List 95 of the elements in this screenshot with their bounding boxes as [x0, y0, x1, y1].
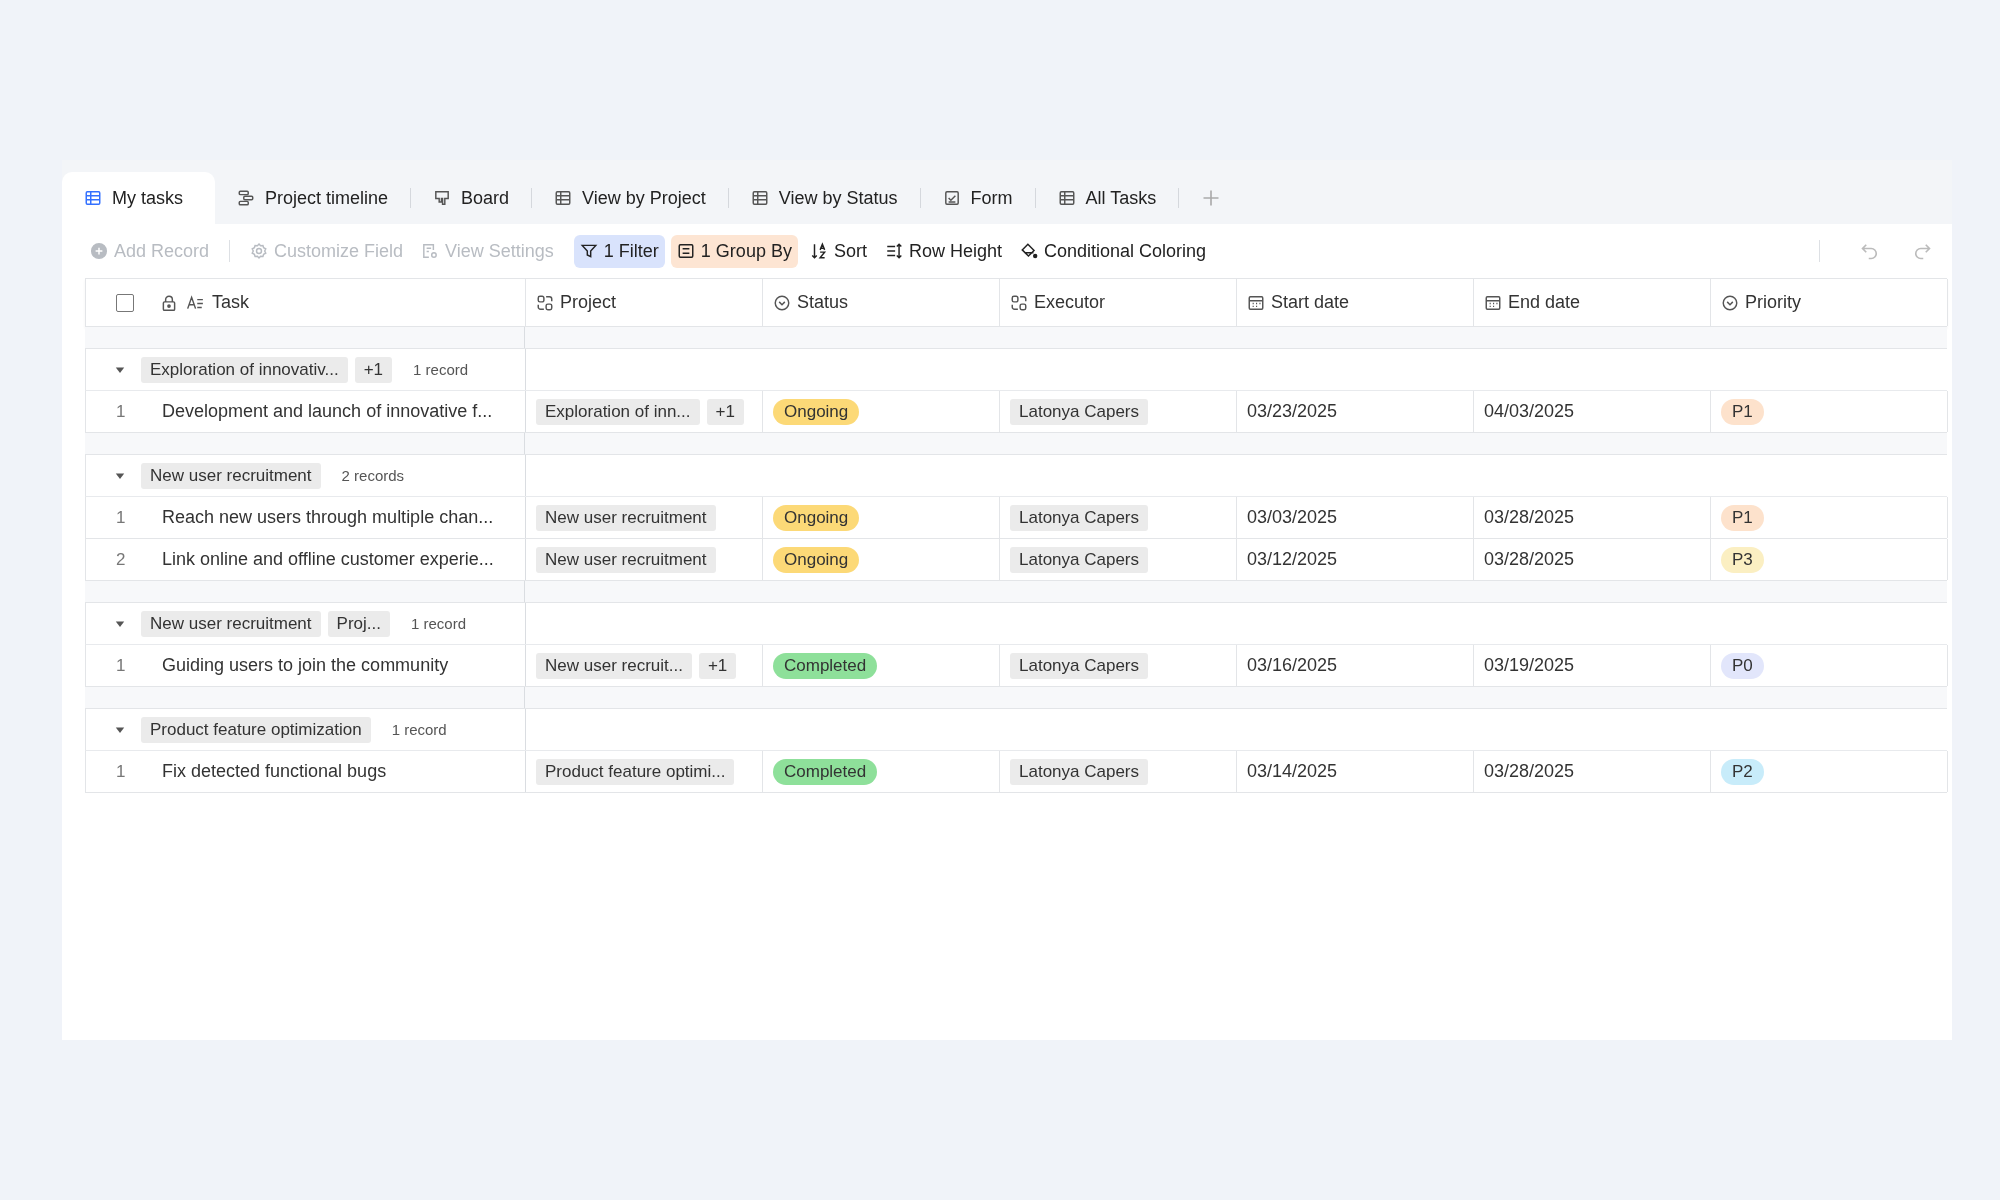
column-header[interactable]: Task	[86, 279, 526, 326]
grid-icon	[554, 189, 573, 207]
priority-tag: P2	[1721, 758, 1764, 785]
project-tag: New user recruitment	[536, 546, 716, 573]
task-cell: Development and launch of innovative f...	[162, 401, 493, 422]
grid-icon	[1057, 189, 1076, 207]
row-number: 2	[116, 549, 127, 570]
view-tab[interactable]: View by Project	[532, 172, 728, 224]
paint-bucket-icon	[1019, 242, 1038, 260]
view-tab[interactable]: Form	[920, 172, 1035, 224]
status-tag: Ongoing	[773, 504, 860, 531]
priority-tag: P0	[1721, 652, 1764, 679]
executor-tag: Latonya Capers	[1010, 652, 1149, 679]
group-tag: +1	[354, 356, 393, 383]
column-header[interactable]: Executor	[1000, 279, 1237, 326]
priority-tag: P3	[1721, 546, 1764, 573]
date-cell: 03/28/2025	[1484, 507, 1575, 528]
executor-tag: Latonya Capers	[1010, 398, 1149, 425]
timeline-icon	[237, 189, 255, 207]
group-tag: Proj...	[327, 610, 390, 637]
group-icon	[676, 242, 695, 260]
link-field-icon	[1010, 293, 1028, 312]
sort-icon	[809, 242, 828, 260]
link-field-icon	[536, 293, 554, 312]
task-cell: Link online and offline customer experie...	[162, 549, 494, 570]
record-count: 1 record	[410, 615, 466, 632]
calendar-icon	[1247, 293, 1265, 312]
toolbar-button[interactable]: 1 Filter	[573, 234, 665, 268]
settings-icon	[421, 242, 440, 260]
group-tag: New user recruitment	[141, 462, 321, 489]
status-tag: Ongoing	[773, 398, 860, 425]
row-height-icon	[884, 242, 903, 260]
task-cell: Guiding users to join the community	[162, 655, 449, 676]
executor-tag: Latonya Capers	[1010, 758, 1149, 785]
view-tab[interactable]: My tasks	[62, 172, 215, 224]
date-cell: 03/14/2025	[1247, 761, 1338, 782]
group-tag: Product feature optimization	[141, 716, 371, 743]
record-count: 1 record	[413, 361, 469, 378]
executor-tag: Latonya Capers	[1010, 546, 1149, 573]
form-icon	[942, 189, 961, 207]
date-cell: 03/19/2025	[1484, 655, 1575, 676]
lock-icon	[160, 293, 178, 312]
text-field-icon	[186, 293, 204, 312]
toolbar-button[interactable]: Row Height	[878, 234, 1008, 268]
status-tag: Completed	[773, 652, 878, 679]
column-header[interactable]: End date	[1474, 279, 1711, 326]
view-tab[interactable]: Project timeline	[215, 172, 411, 224]
column-header[interactable]: Project	[526, 279, 763, 326]
row-number: 1	[116, 655, 127, 676]
date-cell: 03/28/2025	[1484, 761, 1575, 782]
project-tag: Product feature optimi...	[536, 758, 735, 785]
priority-tag: P1	[1721, 398, 1764, 425]
column-header[interactable]: Status	[763, 279, 1000, 326]
project-tag: Exploration of inn...	[536, 398, 700, 425]
date-cell: 03/28/2025	[1484, 549, 1575, 570]
status-tag: Completed	[773, 758, 878, 785]
toolbar-button[interactable]: Sort	[803, 234, 873, 268]
group-tag: Exploration of innovativ...	[141, 356, 348, 383]
view-tab[interactable]: View by Status	[728, 172, 920, 224]
project-tag: New user recruitment	[536, 504, 716, 531]
date-cell: 03/23/2025	[1247, 401, 1338, 422]
task-cell: Fix detected functional bugs	[162, 761, 387, 782]
date-cell: 03/03/2025	[1247, 507, 1338, 528]
status-tag: Ongoing	[773, 546, 860, 573]
grid-icon	[750, 189, 769, 207]
grid-icon	[84, 189, 102, 207]
column-header[interactable]: Priority	[1711, 279, 1948, 326]
column-header[interactable]: Start date	[1237, 279, 1474, 326]
gear-icon	[250, 242, 269, 260]
view-tab[interactable]: All Tasks	[1035, 172, 1179, 224]
executor-tag: Latonya Capers	[1010, 504, 1149, 531]
project-tag: +1	[706, 398, 744, 425]
project-tag: +1	[698, 652, 737, 679]
project-tag: New user recruit...	[536, 652, 692, 679]
toolbar-button[interactable]: 1 Group By	[670, 234, 798, 268]
row-number: 1	[116, 401, 127, 422]
row-number: 1	[116, 507, 127, 528]
record-count: 1 record	[391, 721, 447, 738]
option-icon	[1721, 293, 1739, 312]
add-icon	[90, 242, 108, 260]
task-cell: Reach new users through multiple chan...	[162, 507, 494, 528]
filter-icon	[579, 242, 598, 260]
calendar-icon	[1484, 293, 1502, 312]
date-cell: 03/16/2025	[1247, 655, 1338, 676]
toolbar-button[interactable]: Conditional Coloring	[1013, 234, 1213, 268]
record-count: 2 records	[341, 467, 405, 484]
row-number: 1	[116, 761, 127, 782]
priority-tag: P1	[1721, 504, 1764, 531]
group-tag: New user recruitment	[141, 610, 321, 637]
board-icon	[433, 189, 452, 207]
option-icon	[773, 293, 791, 312]
view-tab[interactable]: Board	[411, 172, 532, 224]
select-all-checkbox[interactable]	[116, 293, 134, 312]
date-cell: 03/12/2025	[1247, 549, 1338, 570]
date-cell: 04/03/2025	[1484, 401, 1575, 422]
